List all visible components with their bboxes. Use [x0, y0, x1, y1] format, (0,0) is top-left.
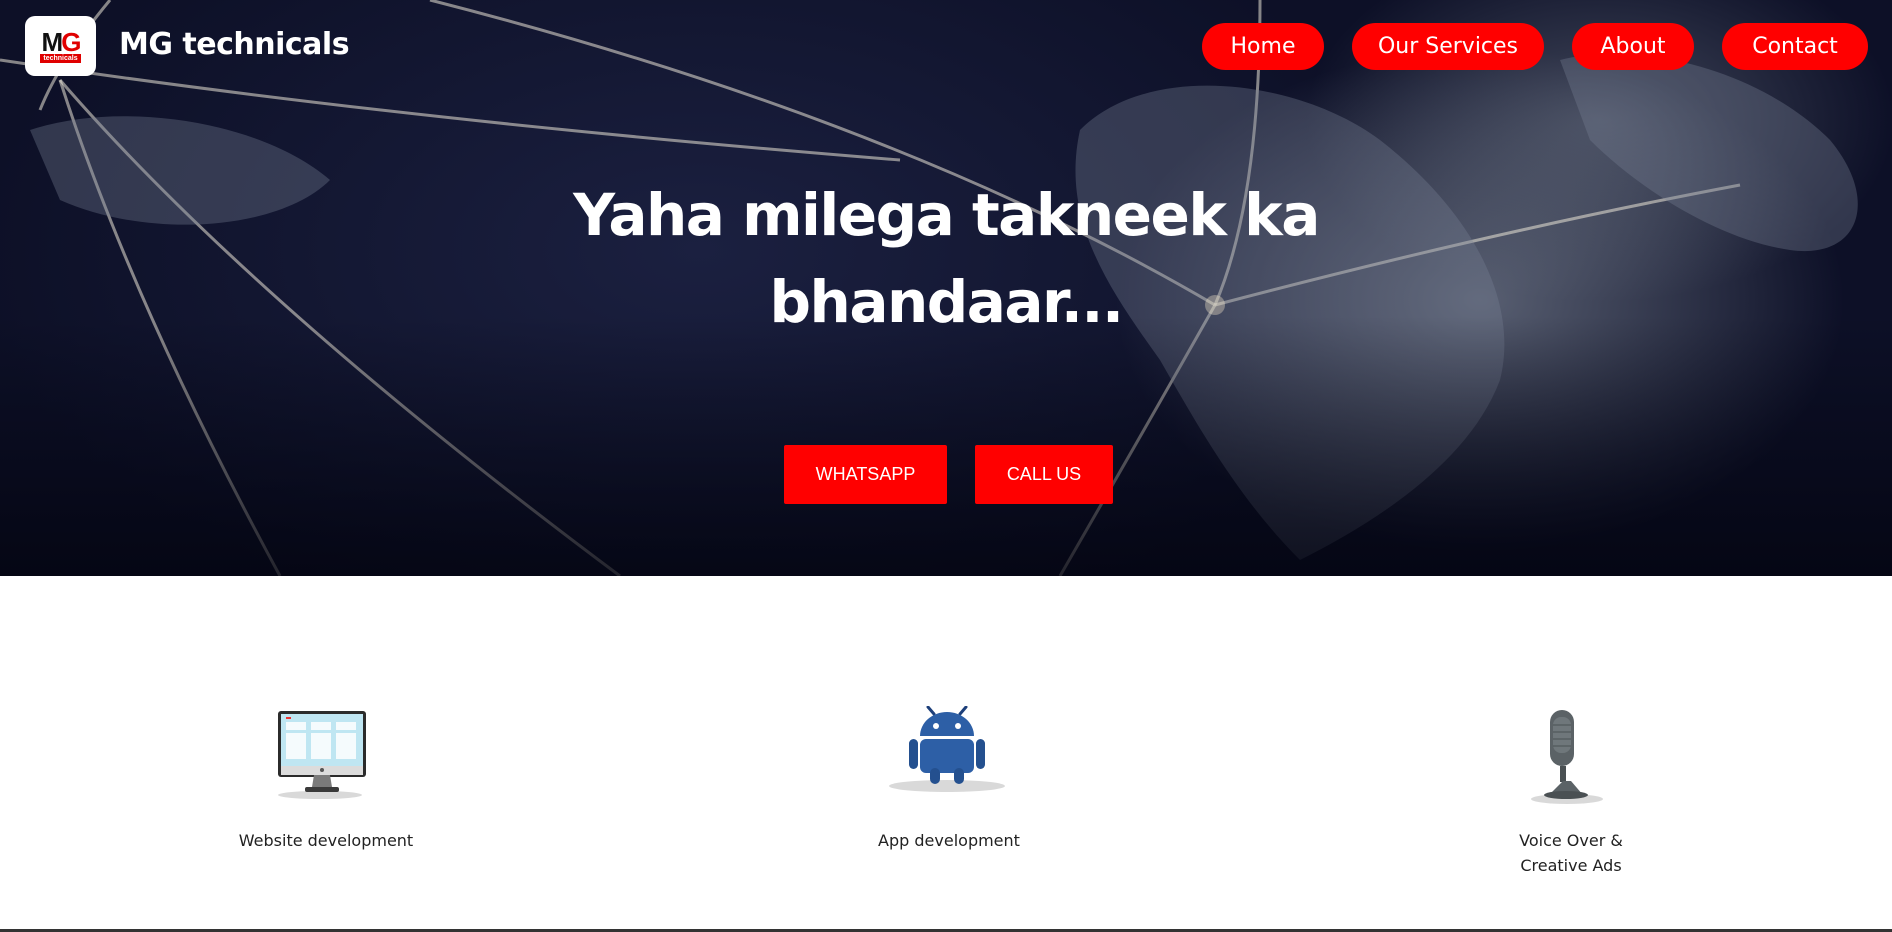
hero-headline-line2: bhandaar...: [769, 268, 1124, 336]
hero-headline-line1: Yaha milega takneek ka: [573, 181, 1320, 249]
android-robot-icon: [882, 705, 1012, 802]
nav-home-button[interactable]: Home: [1202, 23, 1324, 70]
nav-about-button[interactable]: About: [1572, 23, 1694, 70]
service-website-development[interactable]: Website development: [200, 828, 452, 853]
hero-headline: Yaha milega takneek ka bhandaar...: [546, 172, 1346, 346]
microphone-icon: [1527, 707, 1607, 809]
service-label: Website development: [238, 831, 414, 850]
service-label-line1: Voice Over &: [1519, 831, 1623, 850]
service-label-line2: Creative Ads: [1520, 856, 1622, 875]
whatsapp-button[interactable]: WHATSAPP: [784, 445, 947, 504]
logo-letter-g: G: [61, 27, 81, 57]
logo-mark: MG technicals: [40, 27, 81, 63]
logo[interactable]: MG technicals: [25, 16, 96, 76]
service-label: Voice Over & Creative Ads: [1485, 828, 1657, 878]
brand-name[interactable]: MG technicals: [119, 27, 350, 62]
nav-services-button[interactable]: Our Services: [1352, 23, 1544, 70]
hero-section: MG technicals MG technicals Home Our Ser…: [0, 0, 1892, 576]
service-app-development[interactable]: App development: [840, 828, 1058, 853]
logo-subtext: technicals: [40, 54, 81, 63]
call-us-button[interactable]: CALL US: [975, 445, 1113, 504]
desktop-computer-icon: [274, 708, 370, 804]
service-label: App development: [878, 831, 1020, 850]
nav-contact-button[interactable]: Contact: [1722, 23, 1868, 70]
logo-letter-m: M: [41, 27, 64, 57]
service-voice-over[interactable]: Voice Over & Creative Ads: [1485, 828, 1657, 878]
